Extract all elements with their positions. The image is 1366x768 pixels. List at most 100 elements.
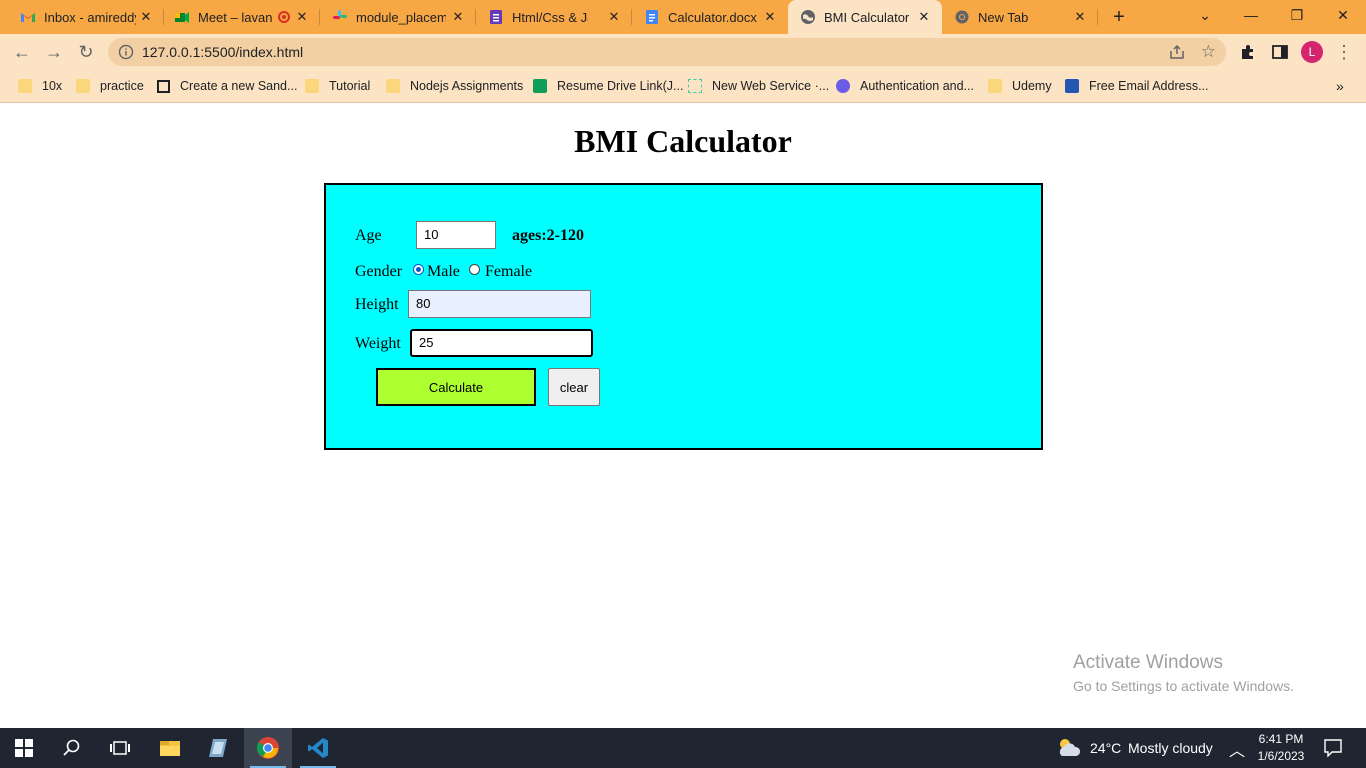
bookmark-label: Authentication and...: [860, 79, 974, 93]
windows-start-icon[interactable]: [0, 728, 48, 768]
close-icon[interactable]: ✕: [294, 9, 310, 25]
tab-label: Html/Css & JavaS: [512, 9, 588, 25]
profile-avatar[interactable]: L: [1301, 41, 1323, 63]
height-label: Height: [355, 296, 399, 313]
folder-icon: [18, 79, 32, 93]
bookmark-label: New Web Service ·...: [712, 79, 830, 93]
tab-bmi-calculator[interactable]: BMI Calculator ✕: [788, 0, 942, 34]
clock[interactable]: 6:41 PM 1/6/2023: [1256, 731, 1306, 765]
bookmark-tutorial[interactable]: Tutorial: [305, 77, 370, 95]
bookmark-authentication[interactable]: Authentication and...: [836, 77, 974, 95]
search-icon[interactable]: [48, 728, 96, 768]
bookmark-free-email[interactable]: Free Email Address...: [1065, 77, 1209, 95]
close-icon[interactable]: ✕: [450, 9, 466, 25]
close-icon[interactable]: ✕: [916, 9, 932, 25]
tab-slack[interactable]: module_placeme ✕: [322, 0, 476, 34]
tab-search-icon[interactable]: ⌄: [1182, 0, 1228, 30]
vscode-icon[interactable]: [294, 728, 342, 768]
show-hidden-icons-icon[interactable]: ︿: [1229, 737, 1245, 761]
bookmark-udemy[interactable]: Udemy: [988, 77, 1052, 95]
forward-icon[interactable]: →: [42, 40, 66, 64]
tab-separator: [1097, 9, 1098, 25]
render-icon: [688, 79, 702, 93]
page-title: BMI Calculator: [574, 123, 792, 159]
address-bar[interactable]: 127.0.0.1:5500/index.html ☆: [108, 38, 1226, 66]
bmi-form-panel: Age 10 ages:2-120 Gender Male Female Hei…: [324, 183, 1043, 450]
bookmark-label: Nodejs Assignments: [410, 79, 524, 93]
close-icon[interactable]: ✕: [762, 9, 778, 25]
close-icon[interactable]: ✕: [1072, 9, 1088, 25]
menu-icon[interactable]: ⋮: [1332, 40, 1356, 64]
tab-meet[interactable]: Meet – lavan ✕: [166, 0, 320, 34]
age-range-hint: ages:2-120: [512, 227, 584, 244]
bookmark-label: Free Email Address...: [1089, 79, 1209, 93]
bookmark-star-icon[interactable]: ☆: [1201, 43, 1216, 61]
bookmark-new-web-service[interactable]: New Web Service ·...: [688, 77, 829, 95]
restore-icon[interactable]: ❐: [1274, 0, 1320, 30]
minimize-icon[interactable]: —: [1228, 0, 1274, 30]
reload-icon[interactable]: ↻: [74, 40, 98, 64]
bookmark-practice[interactable]: practice: [76, 77, 144, 95]
tab-strip: Inbox - amireddy ✕ Meet – lavan ✕ module…: [0, 0, 1366, 34]
chrome-taskbar-icon[interactable]: [244, 728, 292, 768]
bookmark-codesandbox[interactable]: Create a new Sand...: [157, 77, 297, 95]
mailinator-icon: [1065, 79, 1079, 93]
gender-female-radio[interactable]: [469, 264, 480, 275]
meet-icon: [174, 9, 190, 25]
clock-date: 1/6/2023: [1257, 749, 1305, 763]
task-view-icon[interactable]: [96, 728, 144, 768]
close-icon[interactable]: ✕: [606, 9, 622, 25]
bookmark-label: Tutorial: [329, 79, 371, 93]
bookmark-label: Create a new Sand...: [180, 79, 298, 93]
info-icon[interactable]: [118, 44, 134, 60]
new-tab-button[interactable]: +: [1109, 7, 1129, 27]
close-icon[interactable]: ✕: [138, 9, 154, 25]
close-window-icon[interactable]: ✕: [1320, 0, 1366, 30]
height-input[interactable]: 80: [408, 290, 591, 318]
bookmark-resume-drive[interactable]: Resume Drive Link(J...: [533, 77, 683, 95]
calculate-button[interactable]: Calculate: [376, 368, 536, 406]
watermark-subtitle: Go to Settings to activate Windows.: [1073, 678, 1294, 694]
bookmark-label: Resume Drive Link(J...: [557, 79, 684, 93]
weather-cloudy-icon: [1056, 736, 1082, 763]
auth-icon: [836, 79, 850, 93]
activate-windows-watermark: Activate Windows Go to Settings to activ…: [1073, 652, 1294, 694]
app-icon[interactable]: [194, 728, 242, 768]
back-icon[interactable]: ←: [10, 40, 34, 64]
notifications-icon[interactable]: [1324, 739, 1342, 762]
tab-inbox[interactable]: Inbox - amireddy ✕: [12, 0, 164, 34]
gender-male-label[interactable]: Male: [427, 263, 460, 281]
folder-icon: [386, 79, 400, 93]
tab-forms[interactable]: Html/Css & JavaS ✕: [478, 0, 632, 34]
tab-label: Meet – lavan: [198, 9, 273, 25]
folder-icon: [305, 79, 319, 93]
clear-button[interactable]: clear: [548, 368, 600, 406]
more-bookmarks-icon[interactable]: »: [1336, 77, 1344, 95]
age-input[interactable]: 10: [416, 221, 496, 249]
extensions-icon[interactable]: [1236, 40, 1260, 64]
bookmark-nodejs-assignments[interactable]: Nodejs Assignments: [386, 77, 523, 95]
weather-description[interactable]: Mostly cloudy: [1128, 740, 1213, 756]
tab-docs[interactable]: Calculator.docx - ✕: [634, 0, 788, 34]
clock-time: 6:41 PM: [1258, 732, 1304, 746]
watermark-title: Activate Windows: [1073, 652, 1223, 673]
bookmark-label: Udemy: [1012, 79, 1052, 93]
tab-new-tab[interactable]: New Tab ✕: [944, 0, 1098, 34]
weight-input[interactable]: 25: [410, 329, 593, 357]
url-text: 127.0.0.1:5500/index.html: [142, 44, 304, 60]
windows-taskbar: 24°C Mostly cloudy ︿ 6:41 PM 1/6/2023: [0, 728, 1366, 768]
weather-temperature[interactable]: 24°C: [1090, 740, 1121, 756]
tab-separator: [631, 9, 632, 25]
recording-icon: [278, 11, 290, 23]
tab-separator: [163, 9, 164, 25]
bookmark-label: practice: [100, 79, 144, 93]
file-explorer-icon[interactable]: [146, 728, 194, 768]
bookmark-label: 10x: [42, 79, 63, 93]
share-icon[interactable]: [1168, 43, 1186, 61]
gender-female-label[interactable]: Female: [485, 263, 532, 281]
tab-label: New Tab: [978, 9, 1029, 25]
bookmark-10x[interactable]: 10x: [18, 77, 62, 95]
gender-male-radio[interactable]: [413, 264, 424, 275]
side-panel-icon[interactable]: [1268, 40, 1292, 64]
gmail-icon: [20, 9, 36, 25]
